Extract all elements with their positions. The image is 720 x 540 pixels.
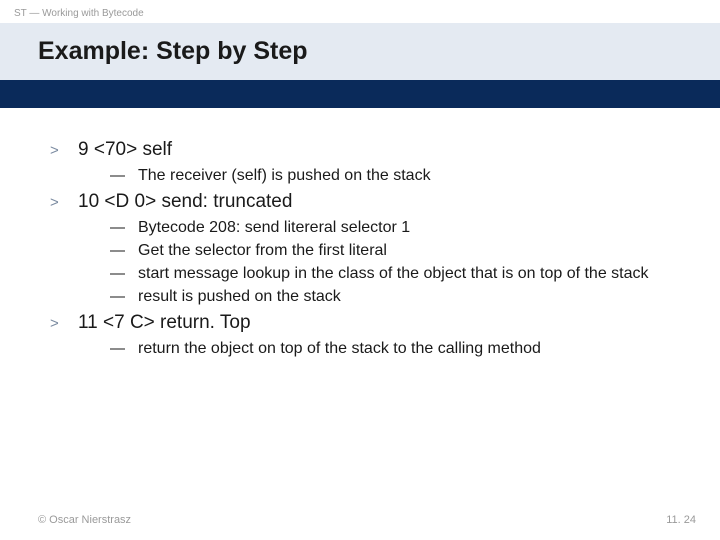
step-detail: result is pushed on the stack: [138, 287, 341, 308]
breadcrumb: ST — Working with Bytecode: [0, 0, 720, 23]
page-number: 11. 24: [666, 514, 696, 526]
copyright: © Oscar Nierstrasz: [38, 514, 131, 526]
dash-icon: —: [110, 218, 138, 238]
title-band: Example: Step by Step: [0, 23, 720, 80]
accent-bar: [0, 80, 720, 108]
step-detail: The receiver (self) is pushed on the sta…: [138, 166, 431, 187]
step-detail: return the object on top of the stack to…: [138, 339, 541, 360]
step-detail: Bytecode 208: send litereral selector 1: [138, 218, 410, 239]
step-block: > 9 <70> self — The receiver (self) is p…: [50, 138, 670, 186]
step-detail: start message lookup in the class of the…: [138, 264, 649, 285]
step-title: 11 <7 C> return. Top: [78, 311, 251, 336]
dash-icon: —: [110, 241, 138, 261]
chevron-right-icon: >: [50, 193, 78, 213]
step-detail: Get the selector from the first literal: [138, 241, 387, 262]
footer: © Oscar Nierstrasz 11. 24: [38, 514, 696, 526]
dash-icon: —: [110, 339, 138, 359]
dash-icon: —: [110, 264, 138, 284]
chevron-right-icon: >: [50, 314, 78, 334]
dash-icon: —: [110, 287, 138, 307]
step-title: 10 <D 0> send: truncated: [78, 190, 292, 215]
step-block: > 11 <7 C> return. Top — return the obje…: [50, 311, 670, 359]
step-block: > 10 <D 0> send: truncated — Bytecode 20…: [50, 190, 670, 307]
dash-icon: —: [110, 166, 138, 186]
content: > 9 <70> self — The receiver (self) is p…: [0, 108, 720, 360]
page-title: Example: Step by Step: [38, 37, 706, 66]
step-title: 9 <70> self: [78, 138, 172, 163]
chevron-right-icon: >: [50, 141, 78, 161]
